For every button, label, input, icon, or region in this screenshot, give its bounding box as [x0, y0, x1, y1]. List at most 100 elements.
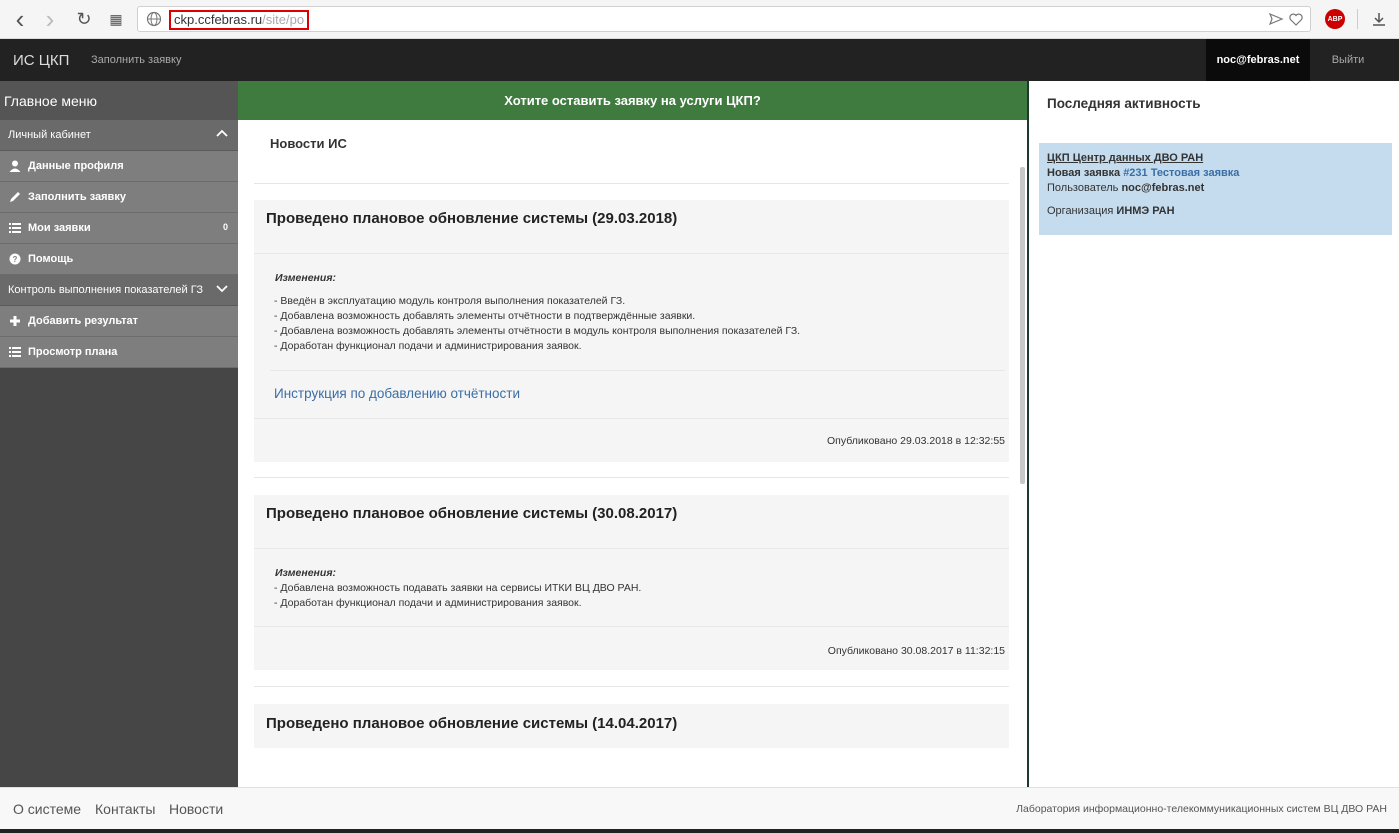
published-date: Опубликовано 30.08.2017 в 11:32:15: [827, 645, 1005, 657]
news-heading: Новости ИС: [270, 136, 347, 151]
question-icon: ?: [9, 253, 21, 265]
address-bar[interactable]: ckp.ccfebras.ru/site/po: [137, 6, 1311, 32]
chevron-down-icon: [216, 285, 228, 293]
sidebar-title: Главное меню: [0, 81, 238, 120]
activity-request-link[interactable]: #231 Тестовая заявка: [1123, 167, 1239, 179]
url-text[interactable]: ckp.ccfebras.ru/site/po: [169, 10, 310, 30]
heart-icon[interactable]: [1288, 11, 1304, 27]
news-title: Проведено плановое обновление системы (3…: [266, 505, 678, 522]
footer-copyright: Лаборатория информационно-телекоммуникац…: [1016, 803, 1387, 815]
activity-card: ЦКП Центр данных ДВО РАН Новая заявка #2…: [1039, 143, 1392, 235]
footer: О системе Контакты Новости Лаборатория и…: [0, 787, 1399, 829]
adblock-icon[interactable]: ABP: [1325, 9, 1345, 29]
change-item: - Добавлена возможность добавлять элемен…: [274, 325, 801, 337]
changes-label: Изменения:: [275, 567, 336, 579]
sidebar-item-label: Добавить результат: [28, 315, 139, 327]
sidebar-item-label: Заполнить заявку: [28, 191, 126, 203]
sidebar-group-label: Личный кабинет: [8, 129, 91, 141]
forward-button[interactable]: ›: [38, 4, 62, 34]
toolbar-divider: [1357, 9, 1358, 29]
sidebar-item-label: Помощь: [28, 253, 74, 265]
change-item: - Доработан функционал подачи и админист…: [274, 597, 582, 609]
nav-fill-request[interactable]: Заполнить заявку: [91, 54, 181, 66]
sidebar-item-help[interactable]: ? Помощь: [0, 244, 238, 275]
card-divider: [254, 253, 1009, 254]
divider: [254, 183, 1009, 184]
sidebar: Главное меню Личный кабинет Данные профи…: [0, 81, 238, 787]
download-icon: [1373, 13, 1385, 26]
card-divider: [254, 626, 1009, 627]
footer-link-contacts[interactable]: Контакты: [95, 801, 155, 817]
tabs-grid-icon: ▦: [109, 10, 123, 27]
activity-org-value: ИНМЭ РАН: [1116, 205, 1175, 217]
card-divider: [270, 370, 1005, 371]
sidebar-item-view-plan[interactable]: Просмотр плана: [0, 337, 238, 368]
activity-user: noc@febras.net: [1121, 182, 1205, 194]
activity-panel: Последняя активность ЦКП Центр данных ДВ…: [1031, 81, 1399, 787]
url-host: ckp.ccfebras.ru: [174, 12, 263, 27]
news-title: Проведено плановое обновление системы (1…: [266, 715, 678, 732]
change-item: - Доработан функционал подачи и админист…: [274, 340, 582, 352]
sidebar-group-account[interactable]: Личный кабинет: [0, 120, 238, 151]
divider: [254, 686, 1009, 687]
url-path: /site/po: [262, 12, 305, 27]
main-content: Хотите оставить заявку на услуги ЦКП? Но…: [238, 81, 1029, 787]
sidebar-item-profile[interactable]: Данные профиля: [0, 151, 238, 182]
adblock-label: ABP: [1327, 15, 1343, 23]
back-icon: ‹: [15, 4, 25, 34]
send-icon[interactable]: [1268, 11, 1284, 27]
pencil-icon: [10, 192, 20, 202]
scrollbar[interactable]: [1020, 167, 1025, 484]
activity-req-label: Новая заявка: [1047, 167, 1121, 179]
address-actions: [1268, 11, 1304, 27]
sidebar-item-add-result[interactable]: Добавить результат: [0, 306, 238, 337]
user-icon: [9, 160, 21, 172]
list-icon: [9, 223, 21, 233]
logout-link[interactable]: Выйти: [1310, 39, 1386, 81]
footer-link-about[interactable]: О системе: [13, 801, 81, 817]
brand-link[interactable]: ИС ЦКП: [13, 52, 69, 69]
reload-button[interactable]: ↻: [72, 8, 96, 30]
download-button[interactable]: [1368, 8, 1390, 30]
published-date: Опубликовано 29.03.2018 в 12:32:55: [827, 435, 1005, 447]
change-item: - Введён в эксплуатацию модуль контроля …: [274, 295, 626, 307]
activity-org-link[interactable]: ЦКП Центр данных ДВО РАН: [1047, 152, 1203, 164]
changes-label: Изменения:: [275, 272, 336, 284]
news-card: Проведено плановое обновление системы (2…: [254, 200, 1009, 462]
tabs-button[interactable]: ▦: [104, 8, 128, 30]
browser-toolbar: ‹ › ↻ ▦ ckp.ccfebras.ru/site/po ABP: [0, 0, 1399, 39]
chevron-up-icon: [216, 129, 228, 137]
requests-count-badge: 0: [222, 222, 228, 232]
footer-link-news[interactable]: Новости: [169, 801, 223, 817]
taskbar: [0, 829, 1399, 833]
globe-icon: [146, 11, 162, 27]
news-card: Проведено плановое обновление системы (1…: [254, 704, 1009, 748]
card-divider: [254, 548, 1009, 549]
activity-user-label: Пользователь: [1047, 182, 1119, 194]
user-menu[interactable]: noc@febras.net: [1206, 39, 1310, 81]
forward-icon: ›: [45, 4, 55, 34]
plus-icon: [10, 316, 20, 326]
sidebar-item-label: Просмотр плана: [28, 346, 118, 358]
list-icon: [9, 347, 21, 357]
change-item: - Добавлена возможность добавлять элемен…: [274, 310, 696, 322]
news-card: Проведено плановое обновление системы (3…: [254, 495, 1009, 670]
top-navbar: ИС ЦКП Заполнить заявку noc@febras.net В…: [0, 39, 1399, 81]
sidebar-item-label: Мои заявки: [28, 222, 91, 234]
sidebar-item-fill-request[interactable]: Заполнить заявку: [0, 182, 238, 213]
sidebar-group-gz-control[interactable]: Контроль выполнения показателей ГЗ: [0, 275, 238, 306]
activity-heading: Последняя активность: [1047, 96, 1201, 111]
news-title: Проведено плановое обновление системы (2…: [266, 210, 678, 227]
svg-text:?: ?: [13, 255, 18, 264]
sidebar-item-label: Данные профиля: [28, 160, 124, 172]
sidebar-item-my-requests[interactable]: Мои заявки 0: [0, 213, 238, 244]
instruction-link[interactable]: Инструкция по добавлению отчётности: [274, 386, 520, 401]
divider: [254, 477, 1009, 478]
request-banner[interactable]: Хотите оставить заявку на услуги ЦКП?: [238, 81, 1027, 120]
sidebar-group-label: Контроль выполнения показателей ГЗ: [8, 284, 204, 296]
back-button[interactable]: ‹: [8, 4, 32, 34]
card-divider: [254, 418, 1009, 419]
reload-icon: ↻: [76, 8, 92, 29]
activity-org-label: Организация: [1047, 205, 1114, 217]
change-item: - Добавлена возможность подавать заявки …: [274, 582, 642, 594]
